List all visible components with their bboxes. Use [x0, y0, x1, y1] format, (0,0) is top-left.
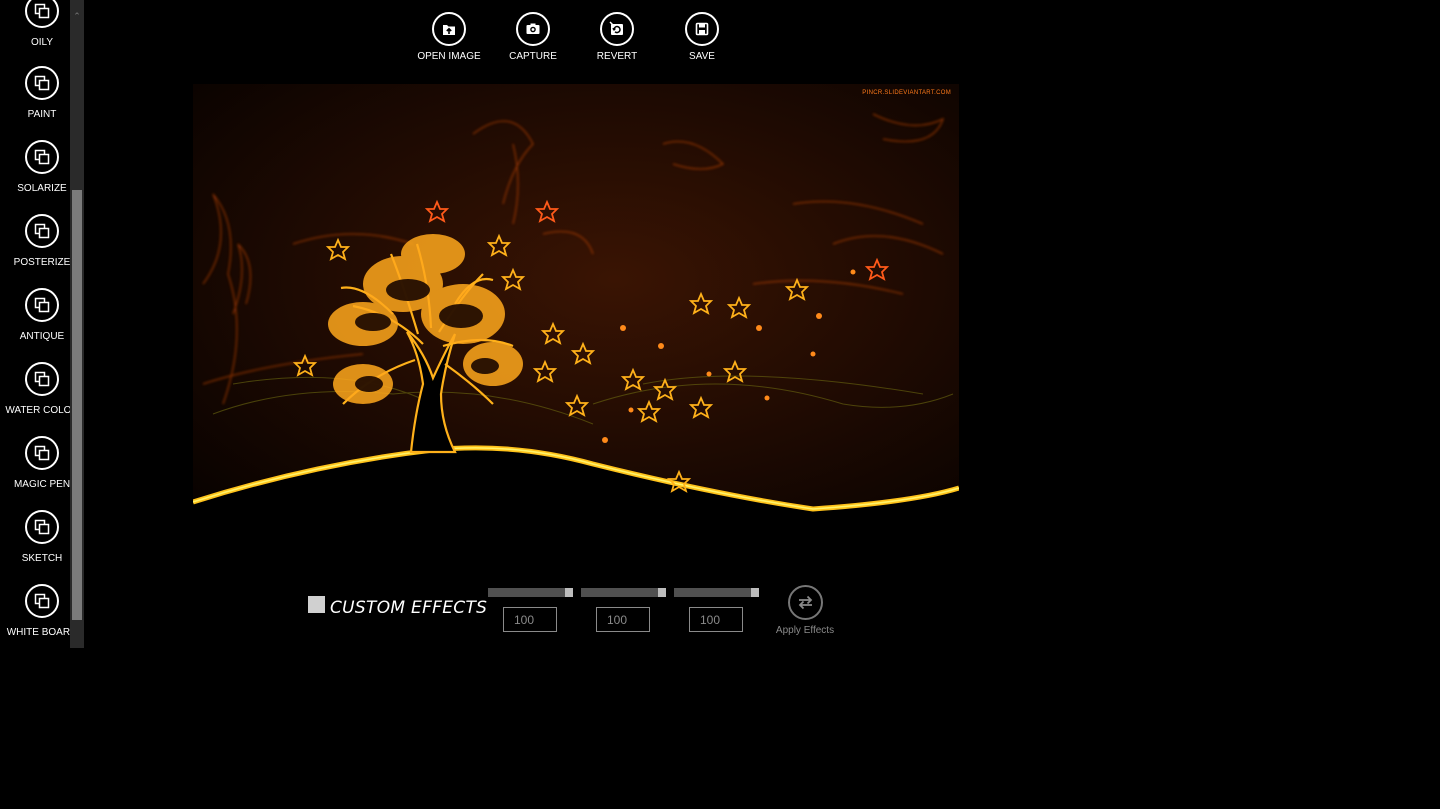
- revert-button[interactable]: REVERT: [575, 12, 659, 66]
- copy-icon: [25, 214, 59, 248]
- open-image-icon: [432, 12, 466, 46]
- apply-effects-button[interactable]: Apply Effects: [774, 585, 836, 639]
- copy-icon: [25, 288, 59, 322]
- revert-icon: [600, 12, 634, 46]
- copy-icon: [25, 362, 59, 396]
- copy-icon: [25, 584, 59, 618]
- slider-fill: [674, 588, 751, 597]
- copy-icon: [25, 436, 59, 470]
- custom-slider-1[interactable]: [488, 588, 573, 597]
- toolbar-label: OPEN IMAGE: [417, 51, 481, 62]
- swap-arrows-icon: [788, 585, 823, 620]
- camera-icon: [516, 12, 550, 46]
- toolbar-label: REVERT: [596, 51, 638, 62]
- toolbar-label: SAVE: [689, 51, 715, 62]
- custom-slider-2[interactable]: [581, 588, 666, 597]
- scroll-up-arrow-icon[interactable]: ⌃: [72, 10, 82, 22]
- copy-icon: [25, 0, 59, 28]
- copy-icon: [25, 140, 59, 174]
- slider-thumb[interactable]: [565, 588, 573, 597]
- slider-thumb[interactable]: [751, 588, 759, 597]
- image-watermark: PINCR.SLIDEVIANTART.COM: [862, 90, 951, 96]
- slider-fill: [488, 588, 565, 597]
- slider-fill: [581, 588, 658, 597]
- save-button[interactable]: SAVE: [660, 12, 744, 66]
- capture-button[interactable]: CAPTURE: [491, 12, 575, 66]
- glowing-tree-artwork: [193, 84, 959, 518]
- toolbar-label: CAPTURE: [509, 51, 557, 62]
- sidebar-scroll-thumb[interactable]: [72, 190, 82, 620]
- custom-effects-label: CUSTOM EFFECTS: [330, 598, 488, 618]
- custom-value-input-2[interactable]: 100: [596, 607, 650, 632]
- open-image-button[interactable]: OPEN IMAGE: [407, 12, 491, 66]
- custom-value-input-3[interactable]: 100: [689, 607, 743, 632]
- custom-value-input-1[interactable]: 100: [503, 607, 557, 632]
- image-canvas[interactable]: PINCR.SLIDEVIANTART.COM: [193, 84, 959, 518]
- save-disk-icon: [685, 12, 719, 46]
- copy-icon: [25, 510, 59, 544]
- slider-thumb[interactable]: [658, 588, 666, 597]
- apply-effects-label: Apply Effects: [775, 625, 835, 636]
- custom-slider-3[interactable]: [674, 588, 759, 597]
- custom-effects-checkbox[interactable]: [308, 596, 325, 613]
- copy-icon: [25, 66, 59, 100]
